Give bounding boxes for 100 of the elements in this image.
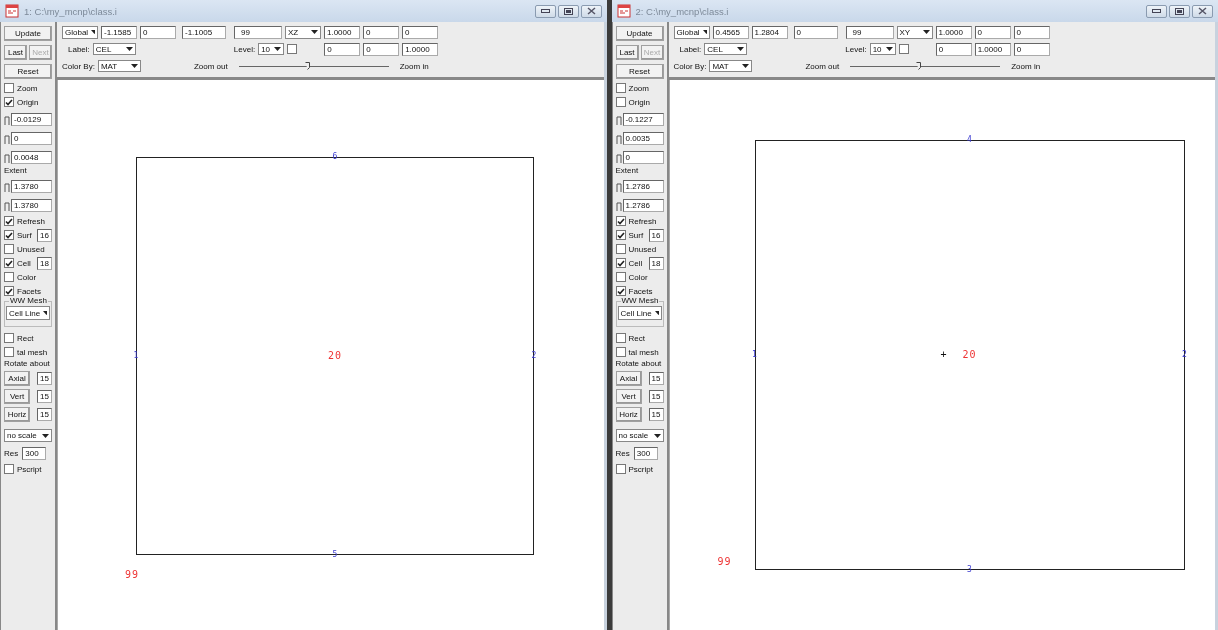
mesh-dropdown[interactable]: Cell Line bbox=[6, 306, 50, 320]
checkbox[interactable] bbox=[4, 230, 14, 240]
coordinate-field[interactable]: 0 bbox=[935, 42, 972, 56]
rotate-button[interactable]: Horiz bbox=[615, 406, 642, 422]
coordinate-field[interactable]: 1.0000 bbox=[324, 25, 360, 39]
level-dropdown[interactable]: 10 bbox=[258, 43, 285, 55]
color-dropdown[interactable]: MAT bbox=[709, 60, 753, 72]
number-field[interactable]: 16 bbox=[37, 228, 52, 242]
coordinate-field[interactable]: 0 bbox=[1013, 25, 1050, 39]
angle-field[interactable]: 15 bbox=[37, 407, 52, 421]
coordinate-field[interactable]: 0 bbox=[363, 42, 400, 56]
value-field[interactable]: 0 bbox=[622, 150, 664, 164]
coordinate-field[interactable]: 0 bbox=[974, 25, 1011, 39]
slider-handle[interactable] bbox=[615, 182, 622, 193]
minimize-button[interactable] bbox=[534, 4, 556, 18]
coordinate-field[interactable]: 0.4565 bbox=[712, 25, 749, 39]
scale-dropdown[interactable]: no scale bbox=[615, 429, 664, 442]
angle-field[interactable]: 15 bbox=[648, 371, 664, 385]
slider-handle[interactable] bbox=[4, 134, 10, 145]
value-field[interactable]: -0.0129 bbox=[11, 112, 52, 126]
slider-handle[interactable] bbox=[615, 153, 622, 164]
checkbox[interactable] bbox=[615, 244, 626, 254]
sidebar-button[interactable]: Reset bbox=[4, 64, 52, 79]
value-field[interactable]: 0.0048 bbox=[11, 150, 52, 164]
slider-thumb[interactable] bbox=[916, 61, 922, 70]
checkbox[interactable] bbox=[4, 97, 14, 107]
coordinate-field[interactable]: 0 bbox=[793, 25, 838, 39]
coordinate-field[interactable]: -1.1585 bbox=[101, 25, 137, 39]
checkbox[interactable] bbox=[4, 286, 14, 296]
label-dropdown[interactable]: CEL bbox=[704, 43, 748, 55]
angle-field[interactable]: 15 bbox=[37, 371, 52, 385]
checkbox[interactable] bbox=[615, 258, 626, 268]
checkbox[interactable] bbox=[615, 272, 626, 282]
coordinate-field[interactable]: 99 bbox=[845, 25, 894, 39]
coordinate-field[interactable]: 1.2804 bbox=[751, 25, 788, 39]
checkbox[interactable] bbox=[615, 83, 626, 93]
slider-thumb[interactable] bbox=[304, 61, 310, 70]
coordinate-field[interactable]: 0 bbox=[1013, 42, 1050, 56]
sidebar-button[interactable]: Update bbox=[4, 26, 52, 41]
sidebar-button[interactable]: Update bbox=[615, 26, 664, 41]
slider-handle[interactable] bbox=[4, 153, 10, 164]
resolution-field[interactable]: 300 bbox=[633, 446, 658, 460]
checkbox[interactable] bbox=[4, 333, 14, 343]
value-field[interactable]: 1.3780 bbox=[11, 198, 52, 212]
checkbox[interactable] bbox=[4, 272, 14, 282]
close-button[interactable] bbox=[1192, 4, 1213, 18]
slider-handle[interactable] bbox=[615, 134, 622, 145]
color-dropdown[interactable]: MAT bbox=[97, 60, 141, 72]
checkbox[interactable] bbox=[4, 258, 14, 268]
coordinate-field[interactable]: 99 bbox=[234, 25, 282, 39]
checkbox[interactable] bbox=[615, 347, 626, 357]
rotate-button[interactable]: Horiz bbox=[4, 406, 30, 422]
angle-field[interactable]: 15 bbox=[648, 407, 664, 421]
checkbox[interactable] bbox=[4, 464, 14, 474]
close-button[interactable] bbox=[580, 4, 602, 18]
view-dropdown[interactable]: Global bbox=[62, 25, 98, 39]
view-dropdown[interactable]: Global bbox=[673, 25, 710, 39]
checkbox[interactable] bbox=[4, 83, 14, 93]
angle-field[interactable]: 15 bbox=[37, 389, 52, 403]
coordinate-field[interactable]: 0 bbox=[363, 25, 399, 39]
coordinate-field[interactable]: 1.0000 bbox=[935, 25, 972, 39]
checkbox[interactable] bbox=[615, 333, 626, 343]
value-field[interactable]: 1.3780 bbox=[11, 179, 52, 193]
rotate-button[interactable]: Vert bbox=[4, 388, 30, 404]
coordinate-field[interactable]: -1.1005 bbox=[182, 25, 226, 39]
minimize-button[interactable] bbox=[1146, 4, 1167, 18]
checkbox[interactable] bbox=[615, 286, 626, 296]
nav-button[interactable]: Last bbox=[615, 45, 639, 60]
coordinate-field[interactable]: 0 bbox=[402, 25, 438, 39]
coordinate-field[interactable]: 0 bbox=[140, 25, 176, 39]
rotate-button[interactable]: Axial bbox=[4, 370, 30, 386]
rotate-button[interactable]: Vert bbox=[615, 388, 642, 404]
value-field[interactable]: 1.2786 bbox=[622, 198, 664, 212]
slider-handle[interactable] bbox=[4, 182, 10, 193]
number-field[interactable]: 16 bbox=[648, 228, 664, 242]
angle-field[interactable]: 15 bbox=[648, 389, 664, 403]
sidebar-button[interactable]: Reset bbox=[615, 64, 664, 79]
slider-handle[interactable] bbox=[615, 115, 622, 126]
number-field[interactable]: 18 bbox=[37, 256, 52, 270]
value-field[interactable]: 0 bbox=[11, 131, 52, 145]
slider-handle[interactable] bbox=[615, 201, 622, 212]
maximize-button[interactable] bbox=[1169, 4, 1190, 18]
view-dropdown[interactable]: XZ bbox=[285, 25, 321, 39]
label-dropdown[interactable]: CEL bbox=[92, 43, 136, 55]
level-dropdown[interactable]: 10 bbox=[869, 43, 896, 55]
value-field[interactable]: -0.1227 bbox=[622, 112, 664, 126]
checkbox[interactable] bbox=[898, 44, 909, 54]
rotate-button[interactable]: Axial bbox=[615, 370, 642, 386]
number-field[interactable]: 18 bbox=[648, 256, 664, 270]
value-field[interactable]: 0.0035 bbox=[622, 131, 664, 145]
nav-button[interactable]: Last bbox=[4, 45, 27, 60]
checkbox[interactable] bbox=[4, 216, 14, 226]
resolution-field[interactable]: 300 bbox=[22, 446, 47, 460]
checkbox[interactable] bbox=[4, 347, 14, 357]
coordinate-field[interactable]: 0 bbox=[324, 42, 361, 56]
checkbox[interactable] bbox=[615, 97, 626, 107]
coordinate-field[interactable]: 1.0000 bbox=[402, 42, 439, 56]
maximize-button[interactable] bbox=[557, 4, 579, 18]
coordinate-field[interactable]: 1.0000 bbox=[974, 42, 1011, 56]
slider-handle[interactable] bbox=[4, 115, 10, 126]
